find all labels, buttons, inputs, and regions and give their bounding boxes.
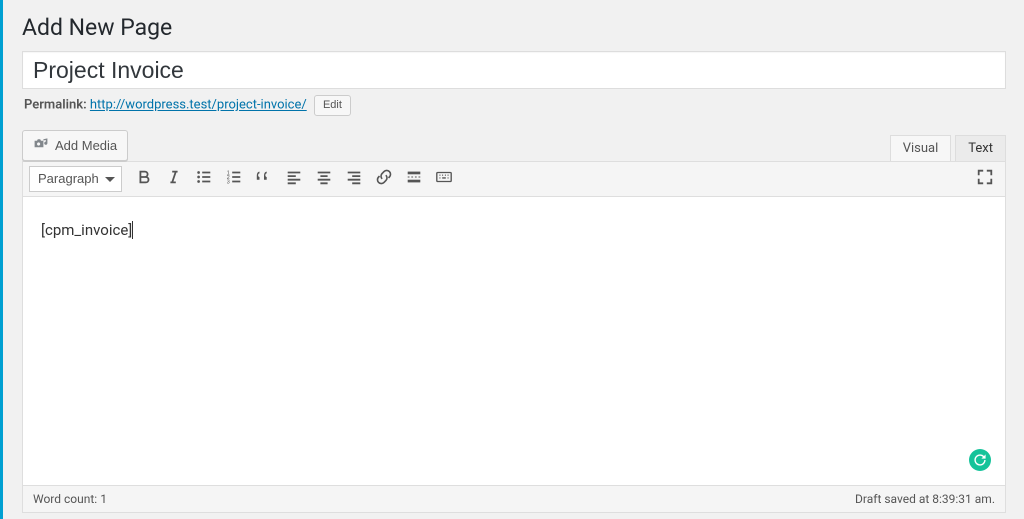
editor-status-bar: Word count: 1 Draft saved at 8:39:31 am. (23, 485, 1005, 512)
list-ul-icon (195, 168, 213, 189)
content-editor[interactable]: [cpm_invoice] (23, 197, 1005, 485)
permalink-row: Permalink: http://wordpress.test/project… (24, 95, 1006, 116)
save-status: Draft saved at 8:39:31 am. (855, 492, 995, 506)
numbered-list-button[interactable]: 123 (220, 165, 248, 193)
camera-music-icon (33, 136, 49, 155)
quote-icon (255, 168, 273, 189)
bullet-list-button[interactable] (190, 165, 218, 193)
permalink-label: Permalink: (24, 98, 87, 113)
bold-button[interactable] (130, 165, 158, 193)
toolbar-toggle-button[interactable] (430, 165, 458, 193)
insert-more-icon (405, 168, 423, 189)
editor-text: [cpm_invoice] (41, 221, 133, 239)
format-select[interactable]: Paragraph (29, 166, 122, 192)
word-count: Word count: 1 (33, 492, 107, 506)
add-media-button[interactable]: Add Media (22, 130, 128, 161)
list-ol-icon: 123 (225, 168, 243, 189)
italic-icon (165, 168, 183, 189)
bold-icon (135, 168, 153, 189)
link-button[interactable] (370, 165, 398, 193)
fullscreen-button[interactable] (971, 165, 999, 193)
link-icon (375, 168, 393, 189)
editor-toolbar: Paragraph 123 (23, 162, 1005, 197)
tab-visual[interactable]: Visual (890, 135, 952, 161)
align-center-icon (315, 168, 333, 189)
svg-text:3: 3 (227, 179, 230, 185)
fullscreen-icon (976, 168, 994, 189)
post-title-input[interactable] (22, 51, 1006, 89)
align-left-button[interactable] (280, 165, 308, 193)
permalink-url-link[interactable]: http://wordpress.test/project-invoice/ (90, 98, 307, 113)
align-center-button[interactable] (310, 165, 338, 193)
add-media-label: Add Media (55, 138, 117, 153)
page-title: Add New Page (22, 0, 1006, 51)
align-right-icon (345, 168, 363, 189)
align-right-button[interactable] (340, 165, 368, 193)
italic-button[interactable] (160, 165, 188, 193)
read-more-button[interactable] (400, 165, 428, 193)
tab-text[interactable]: Text (955, 135, 1006, 161)
align-left-icon (285, 168, 303, 189)
keyboard-icon (435, 168, 453, 189)
editor-container: Paragraph 123 (22, 161, 1006, 513)
blockquote-button[interactable] (250, 165, 278, 193)
edit-permalink-button[interactable]: Edit (314, 95, 351, 116)
grammarly-badge-icon[interactable] (969, 449, 991, 471)
